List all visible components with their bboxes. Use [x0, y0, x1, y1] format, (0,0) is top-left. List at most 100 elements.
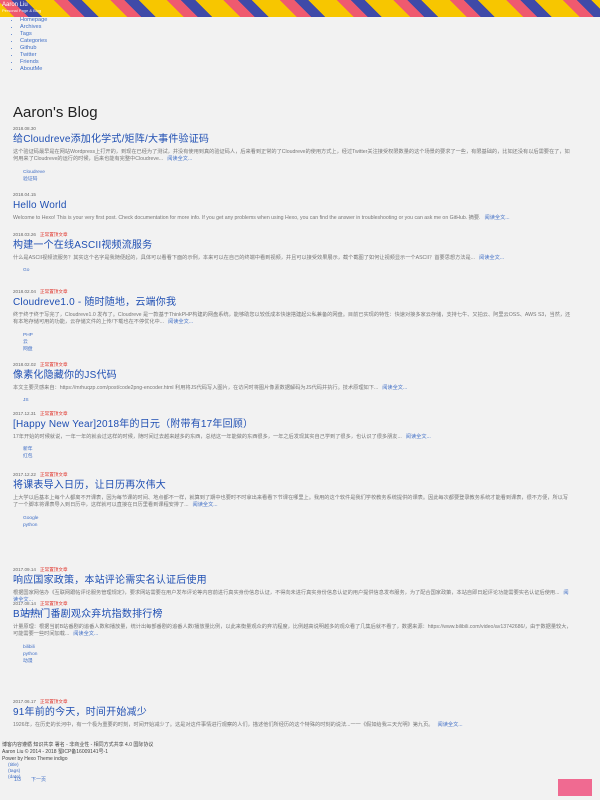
footer-sort-link[interactable]: (date): [8, 775, 600, 781]
post-excerpt: 上大学以后基本上每个人都离不开课表，因为每节课的时间、地点都不一样，就算到了期中…: [13, 494, 569, 509]
post-title[interactable]: Hello World: [13, 199, 573, 213]
read-more-link[interactable]: 阅读全文...: [167, 156, 192, 162]
menu-item-github[interactable]: Github: [20, 45, 47, 52]
post-date: 2018.03.26: [13, 232, 36, 237]
post-excerpt: 这个验证码最早是在网站Wordpress上打开的，到现在已经为了测试，并没有使用…: [13, 148, 570, 163]
read-more-link[interactable]: 阅读全文...: [479, 255, 504, 261]
read-more-link[interactable]: 阅读全文...: [193, 502, 218, 508]
post-date: 2017.12.22: [13, 472, 36, 477]
brand[interactable]: Aaron Liu Personal Page & Blog: [2, 2, 41, 13]
footer-powered: Power by Hexo Theme indigo: [2, 756, 68, 762]
post-tags: Go: [13, 267, 573, 274]
post-card: 2018.04.15 Hello World Welcome to Hexo! Th…: [13, 192, 573, 222]
pagination: 1/3 下一页: [14, 777, 56, 784]
blog-title: Aaron's Blog: [13, 104, 98, 121]
post-excerpt: Welcome to Hexo! This is your very first…: [13, 214, 510, 221]
read-more-link[interactable]: 阅读全文...: [406, 434, 431, 440]
post-meta: 2017.08.14 正常置顶文章: [13, 601, 573, 607]
tag-link[interactable]: 新年: [23, 446, 573, 453]
post-meta: 2018.02.04 正常置顶文章: [13, 289, 573, 295]
tag-link[interactable]: 云: [23, 339, 573, 346]
tag-link[interactable]: bilibili: [23, 644, 573, 651]
menu-item-archives[interactable]: Archives: [20, 24, 47, 31]
post-meta: 2017.12.31 正常置顶文章: [13, 411, 573, 417]
tag-link[interactable]: python: [23, 651, 573, 658]
post-date: 2018.02.02: [13, 362, 36, 367]
post-title[interactable]: B站热门番剧观众弃坑指数排行榜: [13, 608, 573, 622]
post-tags: PHP 云网盘: [13, 332, 573, 353]
footer: 博客内容遵循 知识共享 署名 - 非商业性 - 相同方式共享 4.0 国际协议 …: [0, 742, 600, 781]
post-date: 2018.04.15: [13, 192, 36, 197]
tag-link[interactable]: 网盘: [23, 346, 573, 353]
brand-subtitle: Personal Page & Blog: [2, 7, 42, 13]
page-indicator: 1/3: [14, 777, 21, 783]
post-title[interactable]: 将课表导入日历，让日历再次伟大: [13, 479, 573, 493]
post-date: 2017.09.14: [13, 567, 36, 572]
tag-link[interactable]: 验证码: [23, 176, 573, 183]
tag-link[interactable]: Google: [23, 515, 573, 522]
menu-item-friends[interactable]: Friends: [20, 59, 47, 66]
post-meta: 2018.08.30: [13, 126, 573, 132]
main-menu: HomepageArchivesTagsCategoriesGithubTwit…: [6, 17, 47, 73]
pinned-badge: 正常置顶文章: [40, 289, 68, 294]
post-excerpt: 本文主要灵感来自：https://mrhuqzp.com/post/code2p…: [13, 384, 408, 391]
post-card: 2017.12.22 正常置顶文章将课表导入日历，让日历再次伟大 上大学以后基本上每…: [13, 472, 573, 529]
post-card: 2017.12.31 正常置顶文章 [Happy New Year]2018年的日元…: [13, 411, 573, 460]
post-card: 2018.08.30 给Cloudreve添加化学式/矩阵/大事件验证码 这个验证码…: [13, 126, 573, 183]
pinned-badge: 正常置顶文章: [40, 472, 68, 477]
post-card: 2018.03.26 正常置顶文章构建一个在线ASCII视频流服务 什么是ASCII…: [13, 232, 573, 274]
post-date: 2017.08.14: [13, 601, 36, 606]
post-card: 2017.08.14 正常置顶文章 B站热门番剧观众弃坑指数排行榜 计量原理：根据当前…: [13, 601, 573, 665]
tag-link[interactable]: Cloudreve: [23, 169, 573, 176]
menu-item-categories[interactable]: Categories: [20, 38, 47, 45]
post-title[interactable]: [Happy New Year]2018年的日元（附带有17年回顾）: [13, 418, 573, 432]
post-date: 2018.08.30: [13, 126, 36, 131]
post-title[interactable]: 给Cloudreve添加化学式/矩阵/大事件验证码: [13, 133, 573, 147]
post-title[interactable]: 响应国家政策，本站评论需实名认证后使用: [13, 574, 573, 588]
tag-link[interactable]: JS: [23, 397, 573, 404]
tag-link[interactable]: Go: [23, 267, 573, 274]
post-date: 2017.06.17: [13, 699, 36, 704]
tag-link[interactable]: PHP: [23, 332, 573, 339]
pinned-badge: 正常置顶文章: [40, 601, 68, 606]
post-meta: 2017.12.22 正常置顶文章: [13, 472, 573, 478]
read-more-link[interactable]: 阅读全文...: [168, 319, 193, 325]
pinned-badge: 正常置顶文章: [40, 232, 68, 237]
pinned-badge: 正常置顶文章: [40, 699, 68, 704]
post-excerpt: 计量原理：根据当前B站番剧的追番人数和播放量，统计出每部番剧的追番人数/播放量比…: [13, 623, 572, 638]
footer-copyright: Aaron Liu © 2014 - 2018 蜀ICP备16009141号-1: [2, 749, 108, 755]
post-excerpt: 什么是ASCII视频流服务？其实这个名字是我随便起的，具体可以看看下面的示例，本…: [13, 254, 505, 261]
post-card: 2018.02.02 正常置顶文章 像素化隐藏你的JS代码 本文主要灵感来自：http…: [13, 362, 573, 404]
post-excerpt: 17年开始的时候就说，一年一年的就会过这样的时候，随时间过去越来越多的东西，总结…: [13, 433, 431, 440]
tag-link[interactable]: 动漫: [23, 658, 573, 665]
post-date: 2017.12.31: [13, 411, 36, 416]
menu-item-aboutme[interactable]: AboutMe: [20, 66, 47, 73]
post-title[interactable]: 构建一个在线ASCII视频流服务: [13, 239, 573, 253]
tag-link[interactable]: python: [23, 522, 573, 529]
post-excerpt: 1926年，在历史的长河中，有一个极为重要的时刻，时间开始减少了。这是对这件事情…: [13, 721, 463, 728]
post-title[interactable]: 91年前的今天，时间开始减少: [13, 706, 573, 720]
post-excerpt: 终于终于终于写完了，Cloudreve1.0 发布了。Cloudreve 是一款…: [13, 311, 571, 326]
post-card: 2018.02.04 正常置顶文章 Cloudreve1.0 - 随时随地，云端你我…: [13, 289, 573, 353]
read-more-link[interactable]: 阅读全文...: [382, 385, 407, 391]
post-card: 2017.06.17 正常置顶文章 91年前的今天，时间开始减少 1926年，在历史的…: [13, 699, 573, 729]
menu-item-tags[interactable]: Tags: [20, 31, 47, 38]
post-title[interactable]: 像素化隐藏你的JS代码: [13, 369, 573, 383]
back-to-top-button[interactable]: [558, 779, 592, 796]
read-more-link[interactable]: 阅读全文...: [438, 722, 463, 728]
menu-item-twitter[interactable]: Twitter: [20, 52, 47, 59]
footer-license[interactable]: 博客内容遵循 知识共享 署名 - 非商业性 - 相同方式共享 4.0 国际协议: [0, 742, 600, 749]
header-banner: Aaron Liu Personal Page & Blog: [0, 0, 600, 17]
post-tags: 新年 红包: [13, 446, 573, 460]
post-meta: 2018.03.26 正常置顶文章: [13, 232, 573, 238]
post-meta: 2017.06.17 正常置顶文章: [13, 699, 573, 705]
post-tags: bilibili python 动漫: [13, 644, 573, 665]
post-meta: 2017.09.14 正常置顶文章: [13, 567, 573, 573]
next-page-link[interactable]: 下一页: [31, 777, 46, 783]
post-tags: Cloudreve 验证码: [13, 169, 573, 183]
read-more-link[interactable]: 阅读全文...: [485, 215, 510, 221]
menu-item-homepage[interactable]: Homepage: [20, 17, 47, 24]
post-title[interactable]: Cloudreve1.0 - 随时随地，云端你我: [13, 296, 573, 310]
tag-link[interactable]: 红包: [23, 453, 573, 460]
read-more-link[interactable]: 阅读全文...: [73, 631, 98, 637]
